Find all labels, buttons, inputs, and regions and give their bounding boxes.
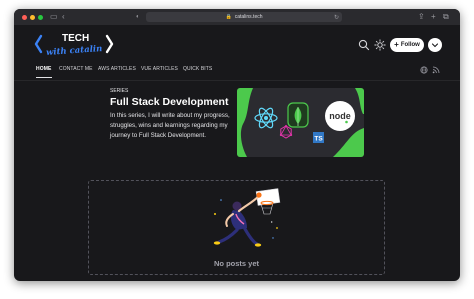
- browser-titlebar: ▭ ‹ ◐ 🔒 catalins.tech ↻ ⇪ + ⧉: [14, 9, 460, 25]
- logo-text-top: TECH: [62, 33, 89, 44]
- profile-dropdown-button[interactable]: [428, 38, 442, 52]
- blog-header: TECH with catalin + Follow: [14, 25, 460, 65]
- tech-stack-illustration: TS node: [237, 88, 364, 157]
- rss-icon[interactable]: [432, 66, 440, 74]
- back-arrow-icon[interactable]: ‹: [62, 12, 65, 22]
- nav-item-home[interactable]: HOME: [36, 66, 51, 72]
- posts-empty-state: No posts yet: [88, 180, 385, 275]
- blog-logo[interactable]: TECH with catalin: [34, 27, 116, 61]
- new-tab-icon[interactable]: +: [431, 12, 436, 22]
- share-icon[interactable]: ⇪: [418, 12, 425, 22]
- minimize-window-button[interactable]: [30, 14, 35, 20]
- series-description: In this series, I will write about my pr…: [110, 112, 230, 139]
- basketball-player-illustration: [213, 188, 281, 247]
- ts-badge-text: TS: [314, 136, 323, 143]
- nav-item-vue-articles[interactable]: VUE ARTICLES: [141, 66, 178, 72]
- shield-icon[interactable]: ◐: [136, 12, 140, 22]
- plus-icon: +: [394, 40, 399, 49]
- lock-icon: 🔒: [225, 14, 232, 20]
- chevron-down-icon: [431, 43, 439, 48]
- globe-icon[interactable]: [420, 66, 428, 74]
- close-window-button[interactable]: [22, 14, 27, 20]
- address-bar[interactable]: 🔒 catalins.tech: [146, 12, 342, 22]
- sidebar-toggle-icon[interactable]: ▭: [50, 12, 58, 22]
- empty-posts-message: No posts yet: [213, 259, 259, 268]
- search-icon[interactable]: [358, 39, 370, 51]
- mongodb-logo-icon: [287, 102, 309, 128]
- nav-item-contact-me[interactable]: CONTACT ME: [59, 66, 93, 72]
- series-cover-image: TS node: [237, 88, 364, 157]
- browser-window: ▭ ‹ ◐ 🔒 catalins.tech ↻ ⇪ + ⧉ TECH with …: [14, 9, 460, 281]
- nav-item-aws-articles[interactable]: AWS ARTICLES: [98, 66, 136, 72]
- active-nav-indicator: [36, 77, 52, 78]
- series-title: Full Stack Development: [110, 96, 229, 108]
- reload-icon[interactable]: ↻: [334, 13, 339, 23]
- blog-navigation: HOME CONTACT ME AWS ARTICLES VUE ARTICLE…: [14, 65, 460, 79]
- sun-icon[interactable]: [374, 39, 386, 51]
- follow-button[interactable]: + Follow: [390, 38, 424, 52]
- url-text: catalins.tech: [234, 14, 263, 20]
- tab-overview-icon[interactable]: ⧉: [443, 12, 449, 22]
- follow-label: Follow: [400, 42, 420, 48]
- header-divider: [14, 80, 460, 81]
- nav-item-quick-bits[interactable]: QUICK BITS: [183, 66, 212, 72]
- logo-text-bottom: with catalin: [46, 44, 103, 58]
- nodejs-logo-icon: node: [325, 101, 355, 131]
- node-logo-text: node: [329, 111, 351, 121]
- maximize-window-button[interactable]: [38, 14, 43, 20]
- series-label: SERIES: [110, 88, 129, 94]
- typescript-logo-icon: TS: [313, 132, 324, 143]
